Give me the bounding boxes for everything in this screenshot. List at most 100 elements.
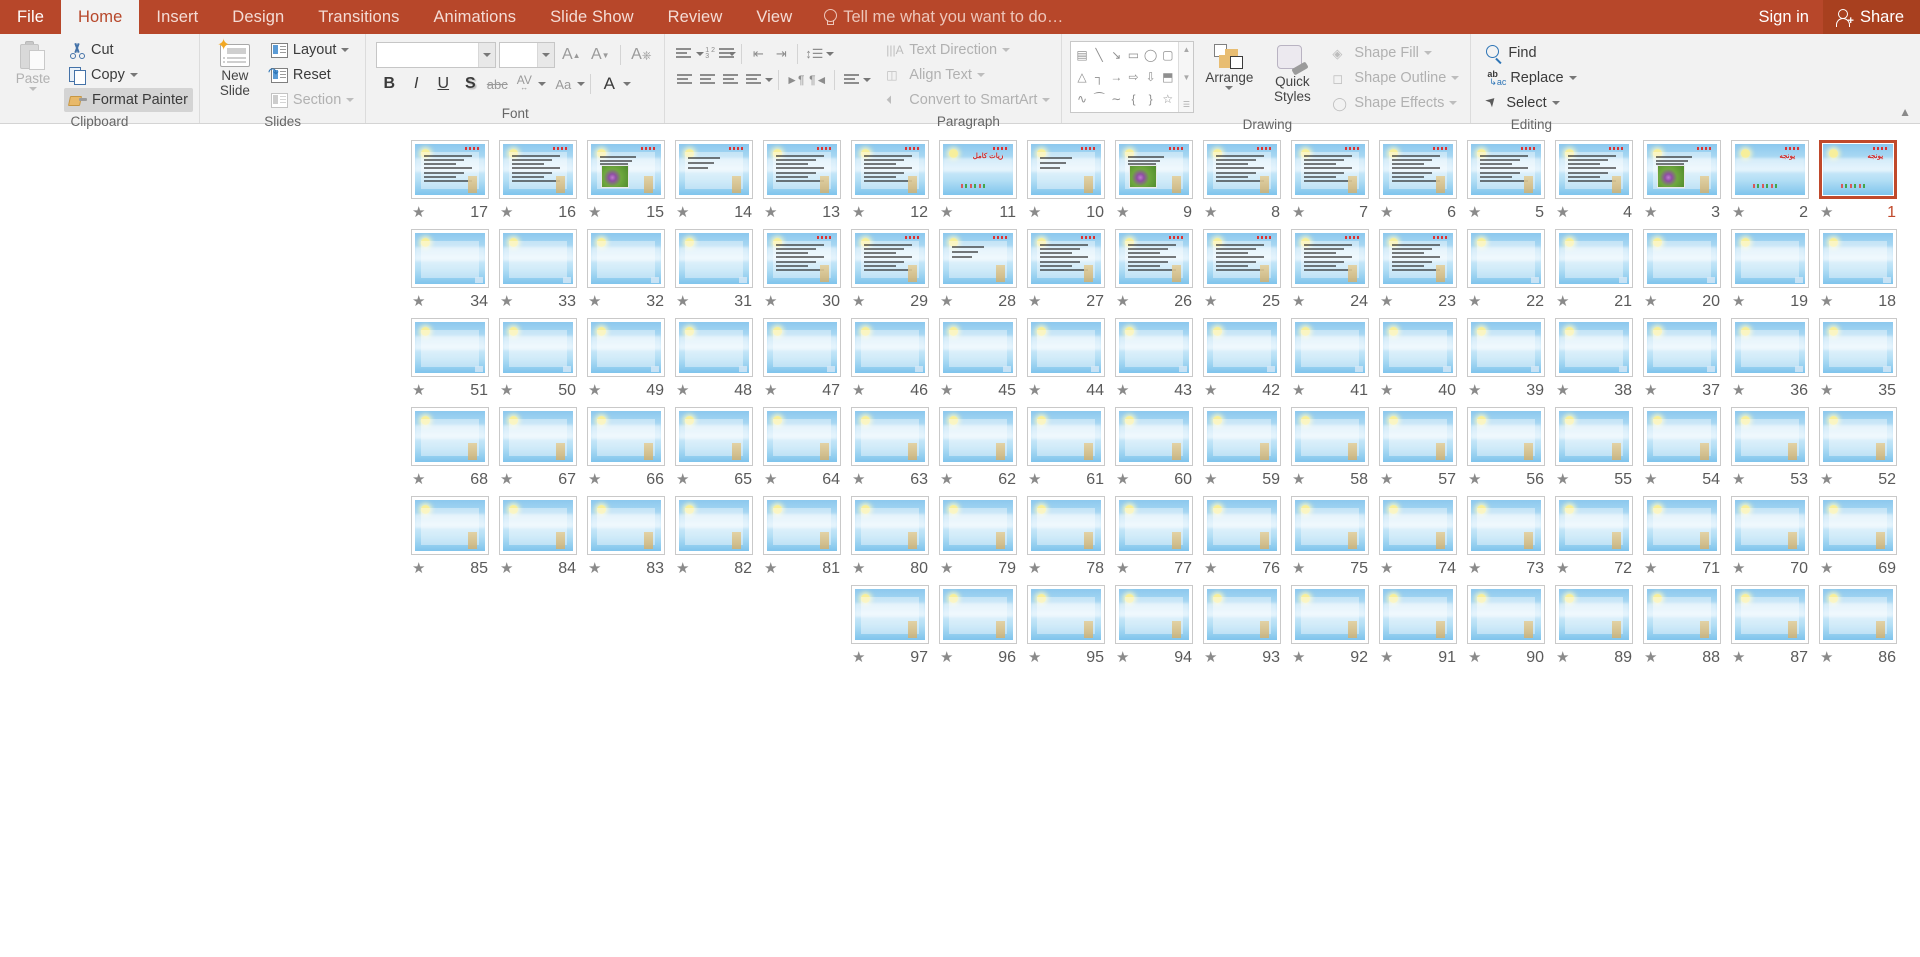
slide-animation-star-icon[interactable]: ★ [1820, 205, 1833, 220]
slide-animation-star-icon[interactable]: ★ [1644, 650, 1657, 665]
slide-animation-star-icon[interactable]: ★ [1380, 650, 1393, 665]
slide-thumbnail-91[interactable]: ★ 91 [1375, 585, 1461, 667]
slide-thumbnail-56[interactable]: ★ 56 [1463, 407, 1549, 489]
shape-outline-button[interactable]: ◻ Shape Outline [1327, 66, 1464, 90]
slide-animation-star-icon[interactable]: ★ [1116, 205, 1129, 220]
slide-animation-star-icon[interactable]: ★ [1556, 472, 1569, 487]
slide-thumbnail-frame[interactable] [499, 496, 577, 555]
slide-animation-star-icon[interactable]: ★ [940, 294, 953, 309]
slide-animation-star-icon[interactable]: ★ [852, 383, 865, 398]
slide-thumbnail-11[interactable]: زيات کامل ★ 11 [935, 140, 1021, 222]
slide-thumbnail-62[interactable]: ★ 62 [935, 407, 1021, 489]
slide-animation-star-icon[interactable]: ★ [1468, 650, 1481, 665]
slide-thumbnail-frame[interactable] [1643, 229, 1721, 288]
select-chevron-down-icon[interactable] [1551, 101, 1560, 105]
slide-thumbnail-93[interactable]: ★ 93 [1199, 585, 1285, 667]
sign-in-button[interactable]: Sign in [1745, 0, 1823, 34]
slide-thumbnail-frame[interactable] [675, 407, 753, 466]
font-name-chevron-down-icon[interactable] [478, 43, 496, 67]
slide-animation-star-icon[interactable]: ★ [1116, 650, 1129, 665]
slide-thumbnail-71[interactable]: ★ 71 [1639, 496, 1725, 578]
slide-thumbnail-frame[interactable] [1555, 496, 1633, 555]
slide-thumbnail-85[interactable]: ★ 85 [407, 496, 493, 578]
slide-thumbnail-frame[interactable] [1115, 496, 1193, 555]
slide-animation-star-icon[interactable]: ★ [1468, 294, 1481, 309]
copy-chevron-down-icon[interactable] [129, 73, 138, 77]
slide-thumbnail-18[interactable]: ★ 18 [1815, 229, 1901, 311]
smartart-chevron-down-icon[interactable] [1042, 98, 1051, 102]
slide-animation-star-icon[interactable]: ★ [1644, 383, 1657, 398]
slide-animation-star-icon[interactable]: ★ [1028, 383, 1041, 398]
slide-thumbnail-frame[interactable] [1379, 496, 1457, 555]
slide-thumbnail-82[interactable]: ★ 82 [671, 496, 757, 578]
slide-thumbnail-frame[interactable]: يونجه [1731, 140, 1809, 199]
shape-arrow-shape[interactable]: ↘ [1108, 44, 1125, 66]
slide-thumbnail-frame[interactable] [411, 140, 489, 199]
slide-thumbnail-frame[interactable] [763, 407, 841, 466]
slide-thumbnail-84[interactable]: ★ 84 [495, 496, 581, 578]
slide-animation-star-icon[interactable]: ★ [1204, 383, 1217, 398]
slide-animation-star-icon[interactable]: ★ [764, 383, 777, 398]
slide-thumbnail-32[interactable]: ★ 32 [583, 229, 669, 311]
slide-thumbnail-frame[interactable] [1115, 585, 1193, 644]
slide-thumbnail-35[interactable]: ★ 35 [1815, 318, 1901, 400]
slide-thumbnail-78[interactable]: ★ 78 [1023, 496, 1109, 578]
slide-thumbnail-97[interactable]: ★ 97 [847, 585, 933, 667]
convert-to-smartart-button[interactable]: ⏴ Convert to SmartArt [881, 88, 1055, 112]
slide-animation-star-icon[interactable]: ★ [1468, 561, 1481, 576]
slide-animation-star-icon[interactable]: ★ [1380, 383, 1393, 398]
shape-rounded-rectangle-shape[interactable]: ▢ [1159, 44, 1176, 66]
slide-thumbnail-42[interactable]: ★ 42 [1199, 318, 1285, 400]
slide-thumbnail-frame[interactable] [499, 229, 577, 288]
slide-thumbnail-7[interactable]: ★ 7 [1287, 140, 1373, 222]
slide-thumbnail-frame[interactable] [851, 585, 929, 644]
font-size-chevron-down-icon[interactable] [537, 43, 555, 67]
slide-thumbnail-29[interactable]: ★ 29 [847, 229, 933, 311]
slide-thumbnail-frame[interactable] [1379, 585, 1457, 644]
slide-thumbnail-frame[interactable] [1467, 229, 1545, 288]
slide-animation-star-icon[interactable]: ★ [676, 205, 689, 220]
rtl-text-direction-button[interactable]: ¶◄ [807, 69, 829, 90]
slide-animation-star-icon[interactable]: ★ [676, 383, 689, 398]
cut-button[interactable]: Cut [64, 38, 193, 62]
slide-thumbnail-47[interactable]: ★ 47 [759, 318, 845, 400]
slide-thumbnail-frame[interactable] [587, 496, 665, 555]
slide-animation-star-icon[interactable]: ★ [1292, 650, 1305, 665]
slide-thumbnail-4[interactable]: ★ 4 [1551, 140, 1637, 222]
slide-animation-star-icon[interactable]: ★ [852, 205, 865, 220]
slide-thumbnail-46[interactable]: ★ 46 [847, 318, 933, 400]
tell-me-search[interactable]: Tell me what you want to do… [809, 0, 1077, 34]
slide-thumbnail-frame[interactable] [1203, 407, 1281, 466]
slide-animation-star-icon[interactable]: ★ [1204, 650, 1217, 665]
line-spacing-button[interactable]: ↕☰ [803, 43, 825, 64]
slide-animation-star-icon[interactable]: ★ [412, 205, 425, 220]
section-button[interactable]: Section [266, 88, 359, 112]
slide-thumbnail-frame[interactable] [1291, 585, 1369, 644]
text-direction-button[interactable]: |||A Text Direction [881, 38, 1055, 62]
shape-effects-button[interactable]: ◯ Shape Effects [1327, 91, 1464, 115]
slide-thumbnail-frame[interactable] [1643, 318, 1721, 377]
tab-review[interactable]: Review [651, 0, 740, 34]
slide-animation-star-icon[interactable]: ★ [852, 650, 865, 665]
tab-view[interactable]: View [739, 0, 809, 34]
shapes-gallery[interactable]: ▤ ╲ ↘ ▭ ◯ ▢ △ ┐ → ⇨ ⇩ ⬒ ∿ ⁀ ∼ { } ☆ ▲ ▼ … [1070, 41, 1195, 113]
shape-curve-shape[interactable]: ∼ [1108, 88, 1125, 110]
slide-animation-star-icon[interactable]: ★ [588, 294, 601, 309]
slide-thumbnail-15[interactable]: ★ 15 [583, 140, 669, 222]
slide-thumbnail-frame[interactable] [675, 318, 753, 377]
slide-thumbnail-frame[interactable] [411, 496, 489, 555]
slide-thumbnail-frame[interactable] [1203, 318, 1281, 377]
reset-button[interactable]: ↶ Reset [266, 63, 359, 87]
slide-animation-star-icon[interactable]: ★ [1732, 650, 1745, 665]
slide-animation-star-icon[interactable]: ★ [1116, 294, 1129, 309]
slide-thumbnail-81[interactable]: ★ 81 [759, 496, 845, 578]
font-name-input[interactable] [376, 42, 497, 68]
align-text-chevron-down-icon[interactable] [976, 73, 985, 77]
scroll-up-icon[interactable]: ▲ [1182, 45, 1190, 54]
copy-button[interactable]: Copy [64, 63, 193, 87]
slide-thumbnail-frame[interactable] [1027, 229, 1105, 288]
slide-animation-star-icon[interactable]: ★ [676, 472, 689, 487]
slide-animation-star-icon[interactable]: ★ [1028, 472, 1041, 487]
slide-thumbnail-21[interactable]: ★ 21 [1551, 229, 1637, 311]
slide-thumbnail-frame[interactable] [851, 140, 929, 199]
